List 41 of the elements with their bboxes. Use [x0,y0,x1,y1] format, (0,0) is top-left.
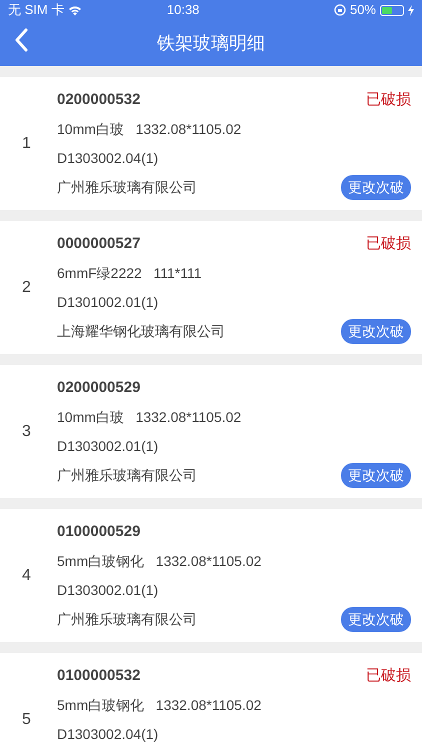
glass-spec: 10mm白玻 1332.08*1105.02 [57,408,242,427]
glass-code: 0200000532 [57,90,140,110]
part-code: D1303002.01(1) [57,437,158,456]
status-text: 已破损 [366,90,411,110]
clock-text: 10:38 [166,2,200,18]
row-number: 1 [21,134,32,154]
company-name: 广州雅乐玻璃有限公司 [57,178,197,197]
part-code: D1301002.01(1) [57,293,158,312]
glass-code: 0200000529 [57,378,140,398]
battery-percent: 50% [350,1,376,20]
part-code: D1303002.01(1) [57,581,158,600]
company-name: 上海耀华钢化玻璃有限公司 [57,322,225,341]
glass-code: 0100000532 [57,666,140,686]
wifi-icon [68,4,82,16]
page-title: 铁架玻璃明细 [157,32,265,54]
row-number: 3 [21,422,32,442]
glass-code: 0100000529 [57,522,140,542]
part-code: D1303002.04(1) [57,149,158,168]
company-name: 广州雅乐玻璃有限公司 [57,610,197,629]
glass-code: 0000000527 [57,234,140,254]
glass-spec: 5mm白玻钢化 1332.08*1105.02 [57,696,262,715]
change-button[interactable]: 更改次破 [341,607,411,632]
change-button[interactable]: 更改次破 [341,319,411,344]
change-button[interactable]: 更改次破 [341,463,411,488]
glass-spec: 6mmF绿2222 111*111 [57,264,202,283]
status-text: 已破损 [366,666,411,686]
charging-icon [408,4,414,16]
glass-spec: 5mm白玻钢化 1332.08*1105.02 [57,552,262,571]
row-number: 5 [21,710,32,730]
part-code: D1303002.04(1) [57,725,158,744]
rotation-lock-icon [334,4,346,16]
back-icon [14,28,28,52]
carrier-text: 无 SIM 卡 [8,1,64,20]
row-number: 4 [21,566,32,586]
company-name: 广州雅乐玻璃有限公司 [57,466,197,485]
glass-spec: 10mm白玻 1332.08*1105.02 [57,120,242,139]
change-button[interactable]: 更改次破 [341,175,411,200]
back-button[interactable] [14,28,28,52]
row-number: 2 [21,278,32,298]
status-text: 已破损 [366,234,411,254]
battery-icon [380,4,404,16]
